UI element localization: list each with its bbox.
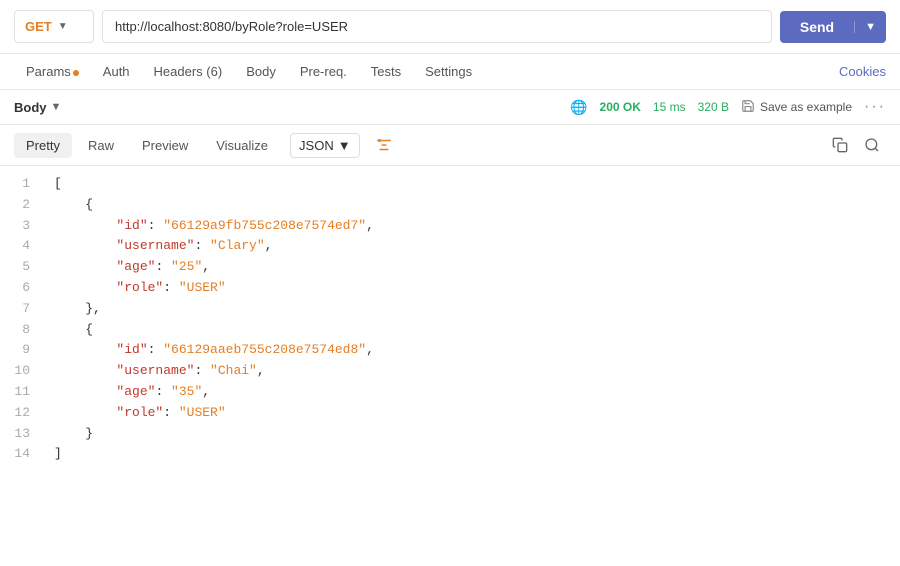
cookies-link[interactable]: Cookies xyxy=(839,64,886,79)
code-line: "username": "Clary", xyxy=(54,236,886,257)
code-line: { xyxy=(54,320,886,341)
filter-icon[interactable] xyxy=(370,131,398,159)
view-tab-raw[interactable]: Raw xyxy=(76,133,126,158)
body-section-label[interactable]: Body ▼ xyxy=(14,100,61,115)
line-numbers: 1234567891011121314 xyxy=(0,174,40,465)
status-size: 320 B xyxy=(698,100,729,114)
format-select[interactable]: JSON ▼ xyxy=(290,133,360,158)
status-ok: 200 OK xyxy=(600,100,641,114)
more-options-button[interactable]: ··· xyxy=(864,98,886,116)
view-tab-pretty[interactable]: Pretty xyxy=(14,133,72,158)
format-chevron-icon: ▼ xyxy=(338,138,351,153)
code-line: "username": "Chai", xyxy=(54,361,886,382)
send-label: Send xyxy=(780,19,854,35)
body-toolbar: Body ▼ 🌐 200 OK 15 ms 320 B Save as exam… xyxy=(0,90,900,125)
method-label: GET xyxy=(25,19,52,34)
code-line: "age": "25", xyxy=(54,257,886,278)
params-dot xyxy=(73,70,79,76)
globe-icon: 🌐 xyxy=(570,99,587,116)
code-line: "age": "35", xyxy=(54,382,886,403)
tab-settings[interactable]: Settings xyxy=(413,54,484,89)
code-line: } xyxy=(54,424,886,445)
tab-tests[interactable]: Tests xyxy=(359,54,413,89)
code-line: ] xyxy=(54,444,886,465)
search-button[interactable] xyxy=(858,131,886,159)
save-example-button[interactable]: Save as example xyxy=(741,99,852,116)
url-input[interactable] xyxy=(102,10,772,43)
code-line: "id": "66129a9fb755c208e7574ed7", xyxy=(54,216,886,237)
view-tab-preview[interactable]: Preview xyxy=(130,133,200,158)
view-toolbar: Pretty Raw Preview Visualize JSON ▼ xyxy=(0,125,900,166)
tab-auth[interactable]: Auth xyxy=(91,54,142,89)
tab-body[interactable]: Body xyxy=(234,54,288,89)
code-content: [ { "id": "66129a9fb755c208e7574ed7", "u… xyxy=(40,174,900,465)
code-line: { xyxy=(54,195,886,216)
copy-button[interactable] xyxy=(826,131,854,159)
code-line: [ xyxy=(54,174,886,195)
code-line: "id": "66129aaeb755c208e7574ed8", xyxy=(54,340,886,361)
code-area: 1234567891011121314 [ { "id": "66129a9fb… xyxy=(0,166,900,473)
tab-params[interactable]: Params xyxy=(14,54,91,89)
view-tab-visualize[interactable]: Visualize xyxy=(204,133,280,158)
request-tabs: Params Auth Headers (6) Body Pre-req. Te… xyxy=(0,54,900,90)
status-time: 15 ms xyxy=(653,100,686,114)
method-chevron-icon: ▼ xyxy=(58,21,68,32)
send-dropdown-icon[interactable]: ▼ xyxy=(854,21,886,33)
code-line: "role": "USER" xyxy=(54,278,886,299)
url-bar: GET ▼ Send ▼ xyxy=(0,0,900,54)
tab-headers[interactable]: Headers (6) xyxy=(142,54,235,89)
code-line: "role": "USER" xyxy=(54,403,886,424)
method-select[interactable]: GET ▼ xyxy=(14,10,94,43)
code-line: }, xyxy=(54,299,886,320)
send-button[interactable]: Send ▼ xyxy=(780,11,886,43)
body-chevron-icon: ▼ xyxy=(51,101,62,113)
response-status-group: 🌐 200 OK 15 ms 320 B Save as example ··· xyxy=(570,98,886,116)
tab-prereq[interactable]: Pre-req. xyxy=(288,54,359,89)
save-icon xyxy=(741,99,755,116)
